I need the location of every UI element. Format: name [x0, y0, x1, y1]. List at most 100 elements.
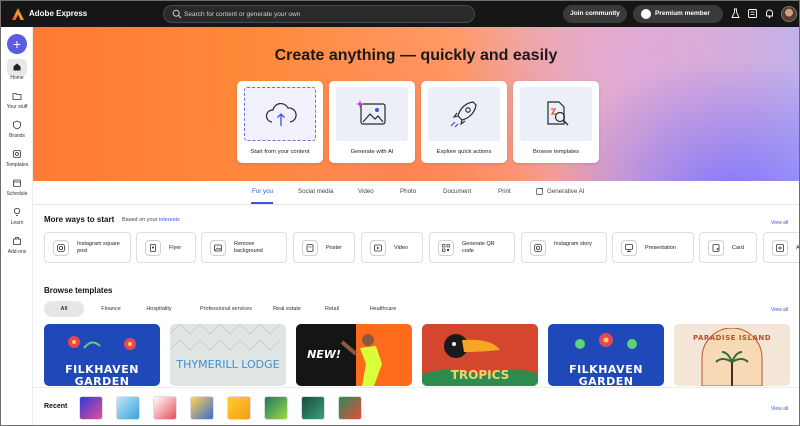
- tab-for-you[interactable]: For you: [252, 188, 273, 195]
- card-label: Browse templates: [532, 149, 580, 155]
- category-tabs: For you Social media Video Photo Documen…: [33, 181, 799, 205]
- sidebar-item-brands[interactable]: Brands: [1, 120, 33, 146]
- active-tab-indicator: [251, 202, 273, 204]
- top-bar: Adobe Express Join community Premium mem…: [1, 1, 799, 27]
- rocket-icon: [450, 101, 477, 128]
- instagram-story-card[interactable]: Instagram story: [521, 232, 607, 263]
- sidebar-item-add-ons[interactable]: Add-ons: [1, 236, 33, 262]
- flask-icon[interactable]: [730, 8, 741, 19]
- sidebar-item-learn[interactable]: Learn: [1, 207, 33, 233]
- tab-video[interactable]: Video: [358, 188, 374, 195]
- video-card[interactable]: Video: [361, 232, 423, 263]
- browse-templates-title: Browse templates: [44, 286, 113, 295]
- card-label: Video: [394, 245, 408, 251]
- recent-thumbnail[interactable]: [338, 396, 362, 420]
- sidebar-item-label: Schedule: [6, 191, 28, 197]
- card-label: Instagram square post: [77, 241, 120, 254]
- instagram-icon: [57, 244, 65, 252]
- filter-chip-hospitality[interactable]: Hospitality: [137, 301, 181, 317]
- sidebar-item-home[interactable]: Home: [1, 59, 33, 88]
- sidebar-item-label: Brands: [9, 133, 25, 139]
- filter-chip-retail[interactable]: Retail: [317, 301, 347, 317]
- template-filters: All Finance Hospitality Professional ser…: [33, 301, 799, 319]
- recent-thumbnail[interactable]: [116, 396, 140, 420]
- more-ways-subtitle: Based on your interests: [122, 217, 180, 223]
- create-new-button[interactable]: +: [7, 34, 27, 54]
- tab-document[interactable]: Document: [443, 188, 471, 195]
- generate-with-ai-card[interactable]: Generate with AI: [329, 81, 415, 163]
- calendar-icon: [13, 179, 21, 187]
- browse-templates-card[interactable]: Browse templates: [513, 81, 599, 163]
- folder-icon: [12, 93, 22, 100]
- app-name[interactable]: Adobe Express: [29, 9, 87, 18]
- card-label: Start from your content: [250, 149, 310, 155]
- template-card[interactable]: FILKHAVEN GARDEN: [44, 324, 160, 386]
- recent-thumbnail[interactable]: [190, 396, 214, 420]
- recent-thumbnail[interactable]: [264, 396, 288, 420]
- card-icon: [712, 244, 720, 252]
- adobe-express-logo-icon[interactable]: [11, 7, 25, 21]
- generate-qr-code-card[interactable]: Generate QR code: [429, 232, 515, 263]
- filter-chip-professional-services[interactable]: Professional services: [189, 301, 263, 317]
- sidebar-item-label: Learn: [10, 220, 24, 226]
- search-input[interactable]: [184, 8, 464, 20]
- help-icon[interactable]: [747, 8, 758, 19]
- recent-thumbnail[interactable]: [301, 396, 325, 420]
- filter-chip-all[interactable]: All: [44, 301, 84, 317]
- partial-more-card[interactable]: A: [763, 232, 799, 263]
- card-label: Flyer: [169, 245, 182, 251]
- tab-print[interactable]: Print: [498, 188, 511, 195]
- template-card[interactable]: FILKHAVEN GARDEN: [548, 324, 664, 386]
- template-card[interactable]: NEW!: [296, 324, 412, 386]
- floral-decoration-icon: [575, 333, 637, 349]
- template-card[interactable]: THYMERILL LODGE: [170, 324, 286, 386]
- more-ways-view-all-link[interactable]: View all: [771, 220, 788, 226]
- template-card[interactable]: TROPICS: [422, 324, 538, 386]
- filter-chip-real-estate[interactable]: Real estate: [265, 301, 309, 317]
- sidebar-item-schedule[interactable]: Schedule: [1, 178, 33, 204]
- flyer-card[interactable]: Flyer: [136, 232, 196, 263]
- filter-chip-finance[interactable]: Finance: [93, 301, 129, 317]
- sidebar-item-templates[interactable]: Templates: [1, 149, 33, 175]
- explore-quick-actions-card[interactable]: Explore quick actions: [421, 81, 507, 163]
- join-community-button[interactable]: Join community: [563, 5, 627, 23]
- sidebar-item-your-stuff[interactable]: Your stuff: [1, 91, 33, 117]
- poster-card[interactable]: Poster: [293, 232, 355, 263]
- instagram-square-post-card[interactable]: Instagram square post: [44, 232, 131, 263]
- search-icon: [172, 9, 182, 19]
- recent-bar: Recent View all: [33, 387, 799, 425]
- template-title: PARADISE ISLAND: [692, 334, 772, 342]
- recent-thumbnail[interactable]: [79, 396, 103, 420]
- poster-icon: [306, 244, 314, 252]
- presentation-icon: [625, 244, 633, 252]
- ai-image-icon: [356, 100, 386, 125]
- filter-chip-healthcare[interactable]: Healthcare: [361, 301, 405, 317]
- generative-ai-icon: [536, 187, 544, 195]
- template-card[interactable]: PARADISE ISLAND: [674, 324, 790, 386]
- flyer-icon: [150, 244, 156, 252]
- tab-photo[interactable]: Photo: [400, 188, 416, 195]
- interests-link[interactable]: interests: [159, 217, 180, 223]
- video-icon: [374, 244, 382, 252]
- template-title: FILKHAVEN GARDEN: [65, 363, 139, 387]
- sidebar-item-label: Templates: [5, 162, 29, 168]
- search-bar[interactable]: [163, 5, 475, 23]
- addons-icon: [13, 237, 21, 245]
- sidebar-item-label: Home: [10, 75, 24, 81]
- tab-generative-ai[interactable]: Generative AI: [547, 188, 585, 195]
- user-avatar[interactable]: [781, 6, 797, 22]
- start-from-content-card[interactable]: Start from your content: [237, 81, 323, 163]
- pattern-background-icon: [170, 324, 281, 351]
- card-label: Presentation: [645, 245, 676, 251]
- recent-thumbnail[interactable]: [227, 396, 251, 420]
- presentation-card[interactable]: Presentation: [612, 232, 694, 263]
- recent-view-all-link[interactable]: View all: [771, 406, 788, 412]
- card-card[interactable]: Card: [699, 232, 757, 263]
- notification-bell-icon[interactable]: [764, 8, 775, 19]
- tab-social-media[interactable]: Social media: [298, 188, 333, 195]
- recent-label: Recent: [44, 403, 68, 410]
- sidebar-item-label: Your stuff: [6, 104, 28, 110]
- recent-thumbnail[interactable]: [153, 396, 177, 420]
- template-search-icon: [547, 101, 569, 126]
- remove-background-card[interactable]: Remove background: [201, 232, 287, 263]
